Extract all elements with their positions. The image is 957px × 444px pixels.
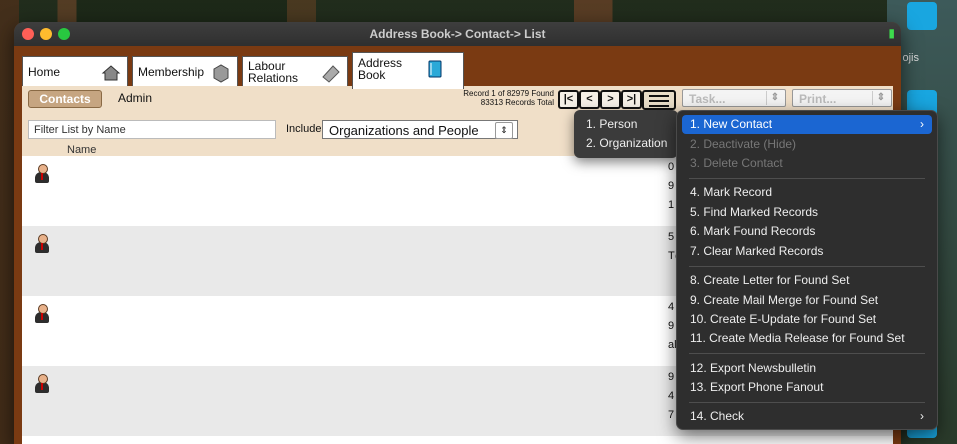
close-button[interactable] [22,28,34,40]
menu-item-mark-found[interactable]: 6. Mark Found Records [682,222,932,241]
record-found-text: Record 1 of 82979 Found [463,89,554,98]
include-label: Include [286,123,322,135]
row-value: 5 [668,231,675,243]
menu-item-organization[interactable]: 2. Organization [586,136,667,150]
tab-address-book[interactable]: Address Book [352,52,464,89]
print-popup[interactable]: Print... ⇕ [792,89,892,107]
menu-item-new-contact[interactable]: 1. New Contact › [682,115,932,134]
menu-item-create-letter[interactable]: 8. Create Letter for Found Set [682,271,932,290]
box-icon [213,64,229,83]
desktop-label: ojis [902,52,919,64]
desktop-folder-icon[interactable] [907,2,937,30]
updown-arrows-icon: ⇕ [872,91,889,105]
contacts-button[interactable]: Contacts [28,90,102,108]
row-value: 4 [668,390,675,402]
menu-item-check[interactable]: 14. Check › [682,407,932,426]
menu-separator [689,266,925,267]
menu-item-find-marked[interactable]: 5. Find Marked Records [682,203,932,222]
menu-item-mail-merge[interactable]: 9. Create Mail Merge for Found Set [682,291,932,310]
menu-item-mark-record[interactable]: 4. Mark Record [682,183,932,202]
person-icon [34,164,50,184]
row-value: 1 [668,199,675,211]
menu-separator [689,353,925,354]
minimize-button[interactable] [40,28,52,40]
menu-item-e-update[interactable]: 10. Create E-Update for Found Set [682,310,932,329]
menu-item-delete-contact: 3. Delete Contact [690,156,783,170]
tab-home-label: Home [28,65,61,79]
include-select[interactable]: Organizations and People ⇕ [322,120,518,139]
tab-address-label: Address Book [358,56,403,82]
menu-separator [689,178,925,179]
prev-record-button[interactable]: < [579,90,600,109]
tab-home[interactable]: Home [22,56,128,89]
list-view-button[interactable] [642,90,676,110]
record-counter: Record 1 of 82979 Found 83313 Records To… [442,89,554,107]
include-value: Organizations and People [329,123,479,138]
row-value: 9 [668,371,675,383]
menu-item-person[interactable]: 1. Person [586,117,637,131]
menu-item-export-phone-fanout[interactable]: 13. Export Phone Fanout [682,378,932,397]
row-value: 9 [668,320,675,332]
task-popup[interactable]: Task... ⇕ [682,89,786,107]
next-record-button[interactable]: > [600,90,621,109]
person-icon [34,304,50,324]
toolbar: Contacts Admin Record 1 of 82979 Found 8… [22,86,893,111]
tab-labour-relations[interactable]: Labour Relations [242,56,348,89]
person-icon [34,374,50,394]
row-value: 9 [668,180,675,192]
task-menu: 1. New Contact › 2. Deactivate (Hide) 3.… [676,110,938,430]
notebook-icon [428,60,442,78]
last-record-button[interactable]: >| [621,90,642,109]
lock-icon: ▮ [888,26,895,40]
record-total-text: 83313 Records Total [480,98,554,107]
first-record-button[interactable]: |< [558,90,579,109]
name-column-header: Name [67,144,97,156]
filter-name-input[interactable]: Filter List by Name [28,120,276,139]
menu-item-media-release[interactable]: 11. Create Media Release for Found Set [682,329,932,348]
menu-item-label: 1. New Contact [690,117,773,131]
updown-arrows-icon: ⇕ [766,91,783,105]
print-popup-label: Print... [799,92,837,106]
zoom-button[interactable] [58,28,70,40]
tab-labour-label: Labour Relations [248,59,299,85]
row-value: 7 [668,409,675,421]
menu-item-deactivate: 2. Deactivate (Hide) [690,137,797,151]
row-value: 4 [668,301,675,313]
tab-membership[interactable]: Membership [132,56,238,89]
menu-item-export-newsbulletin[interactable]: 12. Export Newsbulletin [682,359,932,378]
new-contact-submenu: 1. Person 2. Organization [574,110,678,158]
chevron-right-icon: › [920,117,924,131]
row-value: 0 [668,161,675,173]
person-icon [34,234,50,254]
tab-membership-label: Membership [138,65,205,79]
menu-item-label: 14. Check [690,409,745,423]
house-icon [101,65,121,81]
admin-button[interactable]: Admin [118,90,152,106]
updown-arrows-icon: ⇕ [495,122,513,139]
chevron-right-icon: › [920,409,924,423]
folder-icon [322,65,340,83]
title-bar: Address Book-> Contact-> List ▮ [14,22,901,46]
task-popup-label: Task... [689,92,726,106]
window-title: Address Book-> Contact-> List [369,27,546,41]
menu-separator [689,402,925,403]
menu-item-clear-marked[interactable]: 7. Clear Marked Records [682,242,932,261]
